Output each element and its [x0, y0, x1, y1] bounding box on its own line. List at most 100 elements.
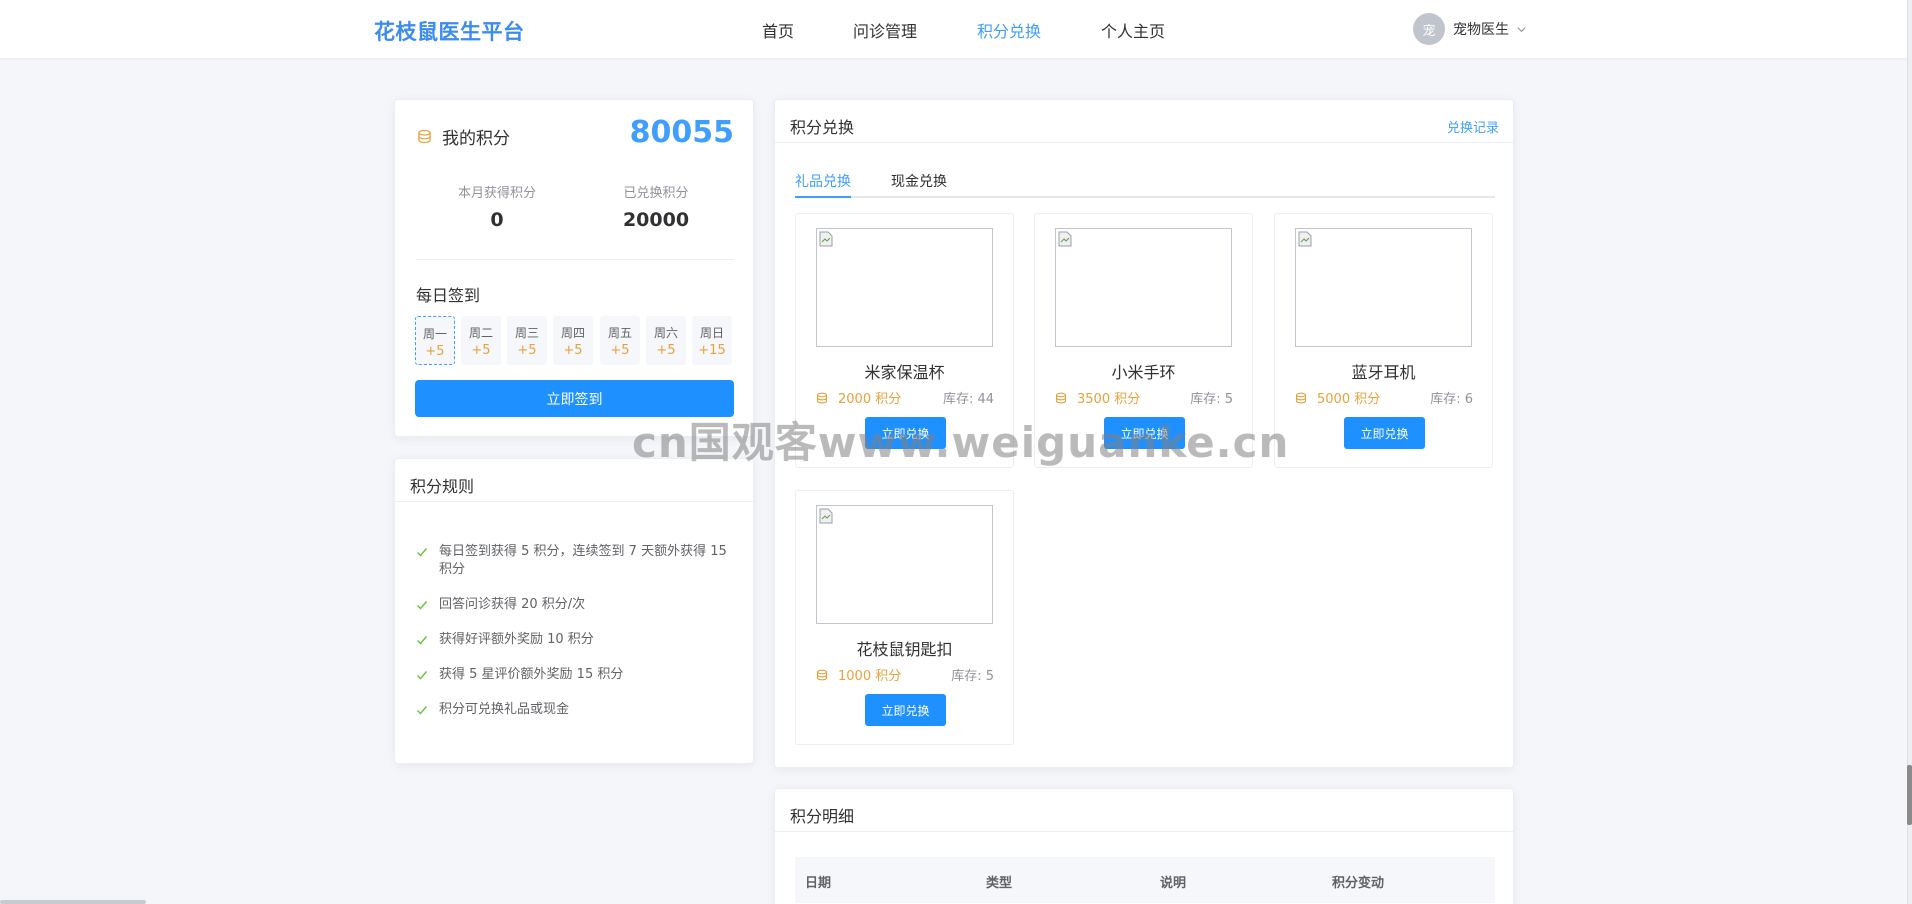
rule-item: 获得好评额外奖励 10 积分 — [416, 631, 736, 649]
signin-day-fri[interactable]: 周五 +5 — [600, 316, 640, 365]
column-description: 说明 — [1160, 876, 1187, 891]
product-card: 米家保温杯 2000 积分 库存: 44 立即兑换 — [795, 213, 1014, 468]
points-exchange-card: 积分兑换 兑换记录 礼品兑换 现金兑换 米家保温杯 2000 积分 库存: 44… — [774, 99, 1514, 768]
redeem-button[interactable]: 立即兑换 — [1344, 417, 1425, 449]
points-total: 80055 — [629, 115, 734, 150]
day-bonus: +5 — [471, 343, 491, 358]
product-stock: 库存: 5 — [951, 669, 994, 684]
rule-item: 每日签到获得 5 积分，连续签到 7 天额外获得 15 积分 — [416, 543, 736, 579]
product-points-text: 2000 积分 — [838, 392, 902, 407]
product-card: 小米手环 3500 积分 库存: 5 立即兑换 — [1034, 213, 1253, 468]
product-points-text: 5000 积分 — [1317, 392, 1381, 407]
day-bonus: +5 — [425, 344, 445, 359]
day-name: 周四 — [560, 326, 585, 340]
coin-stack-icon — [1295, 392, 1307, 403]
product-card: 花枝鼠钥匙扣 1000 积分 库存: 5 立即兑换 — [795, 490, 1014, 745]
month-points-label: 本月获得积分 — [457, 186, 536, 201]
exchange-title: 积分兑换 — [790, 118, 855, 137]
detail-title: 积分明细 — [790, 807, 855, 826]
check-icon — [417, 601, 428, 610]
column-type: 类型 — [986, 876, 1013, 891]
product-points: 2000 积分 — [816, 388, 901, 407]
my-points-card: 我的积分 80055 本月获得积分 0 已兑换积分 20000 每日签到 周一 … — [394, 99, 754, 437]
check-icon — [417, 706, 428, 715]
rule-item: 积分可兑换礼品或现金 — [416, 701, 736, 719]
signin-day-sat[interactable]: 周六 +5 — [646, 316, 686, 365]
points-rules-card: 积分规则 每日签到获得 5 积分，连续签到 7 天额外获得 15 积分 回答问诊… — [394, 458, 754, 764]
redeemed-points-stat: 已兑换积分 20000 — [586, 182, 726, 231]
day-bonus: +5 — [656, 343, 676, 358]
points-detail-card: 积分明细 日期 类型 说明 积分变动 — [774, 788, 1514, 904]
rule-text: 每日签到获得 5 积分，连续签到 7 天额外获得 15 积分 — [439, 544, 727, 577]
day-bonus: +15 — [698, 343, 726, 358]
coin-stack-icon — [816, 392, 828, 403]
nav-consultation[interactable]: 问诊管理 — [853, 18, 917, 42]
product-image — [1295, 228, 1472, 347]
product-name: 蓝牙耳机 — [1351, 363, 1416, 382]
product-name: 米家保温杯 — [864, 363, 945, 382]
exchange-history-link[interactable]: 兑换记录 — [1447, 117, 1499, 136]
nav-profile[interactable]: 个人主页 — [1101, 18, 1165, 42]
scrollbar-thumb[interactable] — [1907, 765, 1912, 825]
rules-list: 每日签到获得 5 积分，连续签到 7 天额外获得 15 积分 回答问诊获得 20… — [416, 543, 736, 736]
platform-logo[interactable]: 花枝鼠医生平台 — [374, 16, 525, 46]
rule-text: 回答问诊获得 20 积分/次 — [439, 597, 586, 612]
day-bonus: +5 — [610, 343, 630, 358]
product-points-text: 1000 积分 — [838, 669, 902, 684]
user-menu[interactable]: 宠 宠物医生 — [1413, 13, 1526, 45]
broken-image-icon — [819, 508, 833, 524]
broken-image-icon — [1298, 231, 1312, 247]
check-icon — [417, 548, 428, 557]
signin-day-mon[interactable]: 周一 +5 — [415, 316, 455, 365]
detail-header: 积分明细 — [775, 789, 1513, 832]
coin-stack-icon — [1055, 392, 1067, 403]
top-header: 花枝鼠医生平台 首页 问诊管理 积分兑换 个人主页 宠 宠物医生 — [0, 0, 1912, 58]
rule-text: 获得好评额外奖励 10 积分 — [439, 632, 594, 647]
product-points: 3500 积分 — [1055, 388, 1140, 407]
rule-text: 积分可兑换礼品或现金 — [439, 702, 570, 717]
nav-home[interactable]: 首页 — [762, 18, 794, 42]
broken-image-icon — [819, 231, 833, 247]
tab-cash-exchange[interactable]: 现金兑换 — [891, 171, 947, 198]
rules-header: 积分规则 — [395, 459, 753, 502]
month-points-stat: 本月获得积分 0 — [427, 182, 567, 231]
signin-day-sun[interactable]: 周日 +15 — [692, 316, 732, 365]
redeemed-points-value: 20000 — [622, 209, 690, 231]
day-name: 周五 — [607, 326, 632, 340]
nav-points-exchange[interactable]: 积分兑换 — [977, 18, 1041, 42]
coin-stack-icon — [816, 669, 828, 680]
redeem-button[interactable]: 立即兑换 — [1104, 417, 1185, 449]
my-points-label: 我的积分 — [442, 129, 510, 149]
coin-stack-icon — [418, 129, 431, 144]
check-icon — [417, 636, 428, 645]
redeem-button[interactable]: 立即兑换 — [865, 417, 946, 449]
rules-title: 积分规则 — [410, 477, 475, 496]
user-name: 宠物医生 — [1453, 22, 1509, 38]
product-card: 蓝牙耳机 5000 积分 库存: 6 立即兑换 — [1274, 213, 1493, 468]
day-name: 周日 — [699, 326, 724, 340]
product-points-text: 3500 积分 — [1077, 392, 1141, 407]
my-points-title: 我的积分 — [417, 124, 510, 149]
check-icon — [417, 671, 428, 680]
broken-image-icon — [1058, 231, 1072, 247]
exchange-tabs: 礼品兑换 现金兑换 — [795, 171, 1495, 198]
signin-day-tue[interactable]: 周二 +5 — [461, 316, 501, 365]
redeem-button[interactable]: 立即兑换 — [865, 694, 946, 726]
avatar: 宠 — [1413, 13, 1445, 45]
exchange-header: 积分兑换 兑换记录 — [775, 100, 1513, 143]
signin-button[interactable]: 立即签到 — [415, 380, 734, 417]
product-stock: 库存: 5 — [1190, 392, 1233, 407]
day-bonus: +5 — [517, 343, 537, 358]
product-stock: 库存: 44 — [942, 392, 994, 407]
column-date: 日期 — [805, 876, 832, 891]
product-name: 花枝鼠钥匙扣 — [856, 640, 953, 659]
signin-day-thu[interactable]: 周四 +5 — [553, 316, 593, 365]
signin-day-wed[interactable]: 周三 +5 — [507, 316, 547, 365]
tab-gift-exchange[interactable]: 礼品兑换 — [795, 171, 851, 198]
rule-item: 回答问诊获得 20 积分/次 — [416, 596, 736, 614]
divider — [416, 259, 734, 260]
product-points: 5000 积分 — [1295, 388, 1380, 407]
product-image — [816, 505, 993, 624]
rule-item: 获得 5 星评价额外奖励 15 积分 — [416, 666, 736, 684]
product-stock: 库存: 6 — [1430, 392, 1473, 407]
